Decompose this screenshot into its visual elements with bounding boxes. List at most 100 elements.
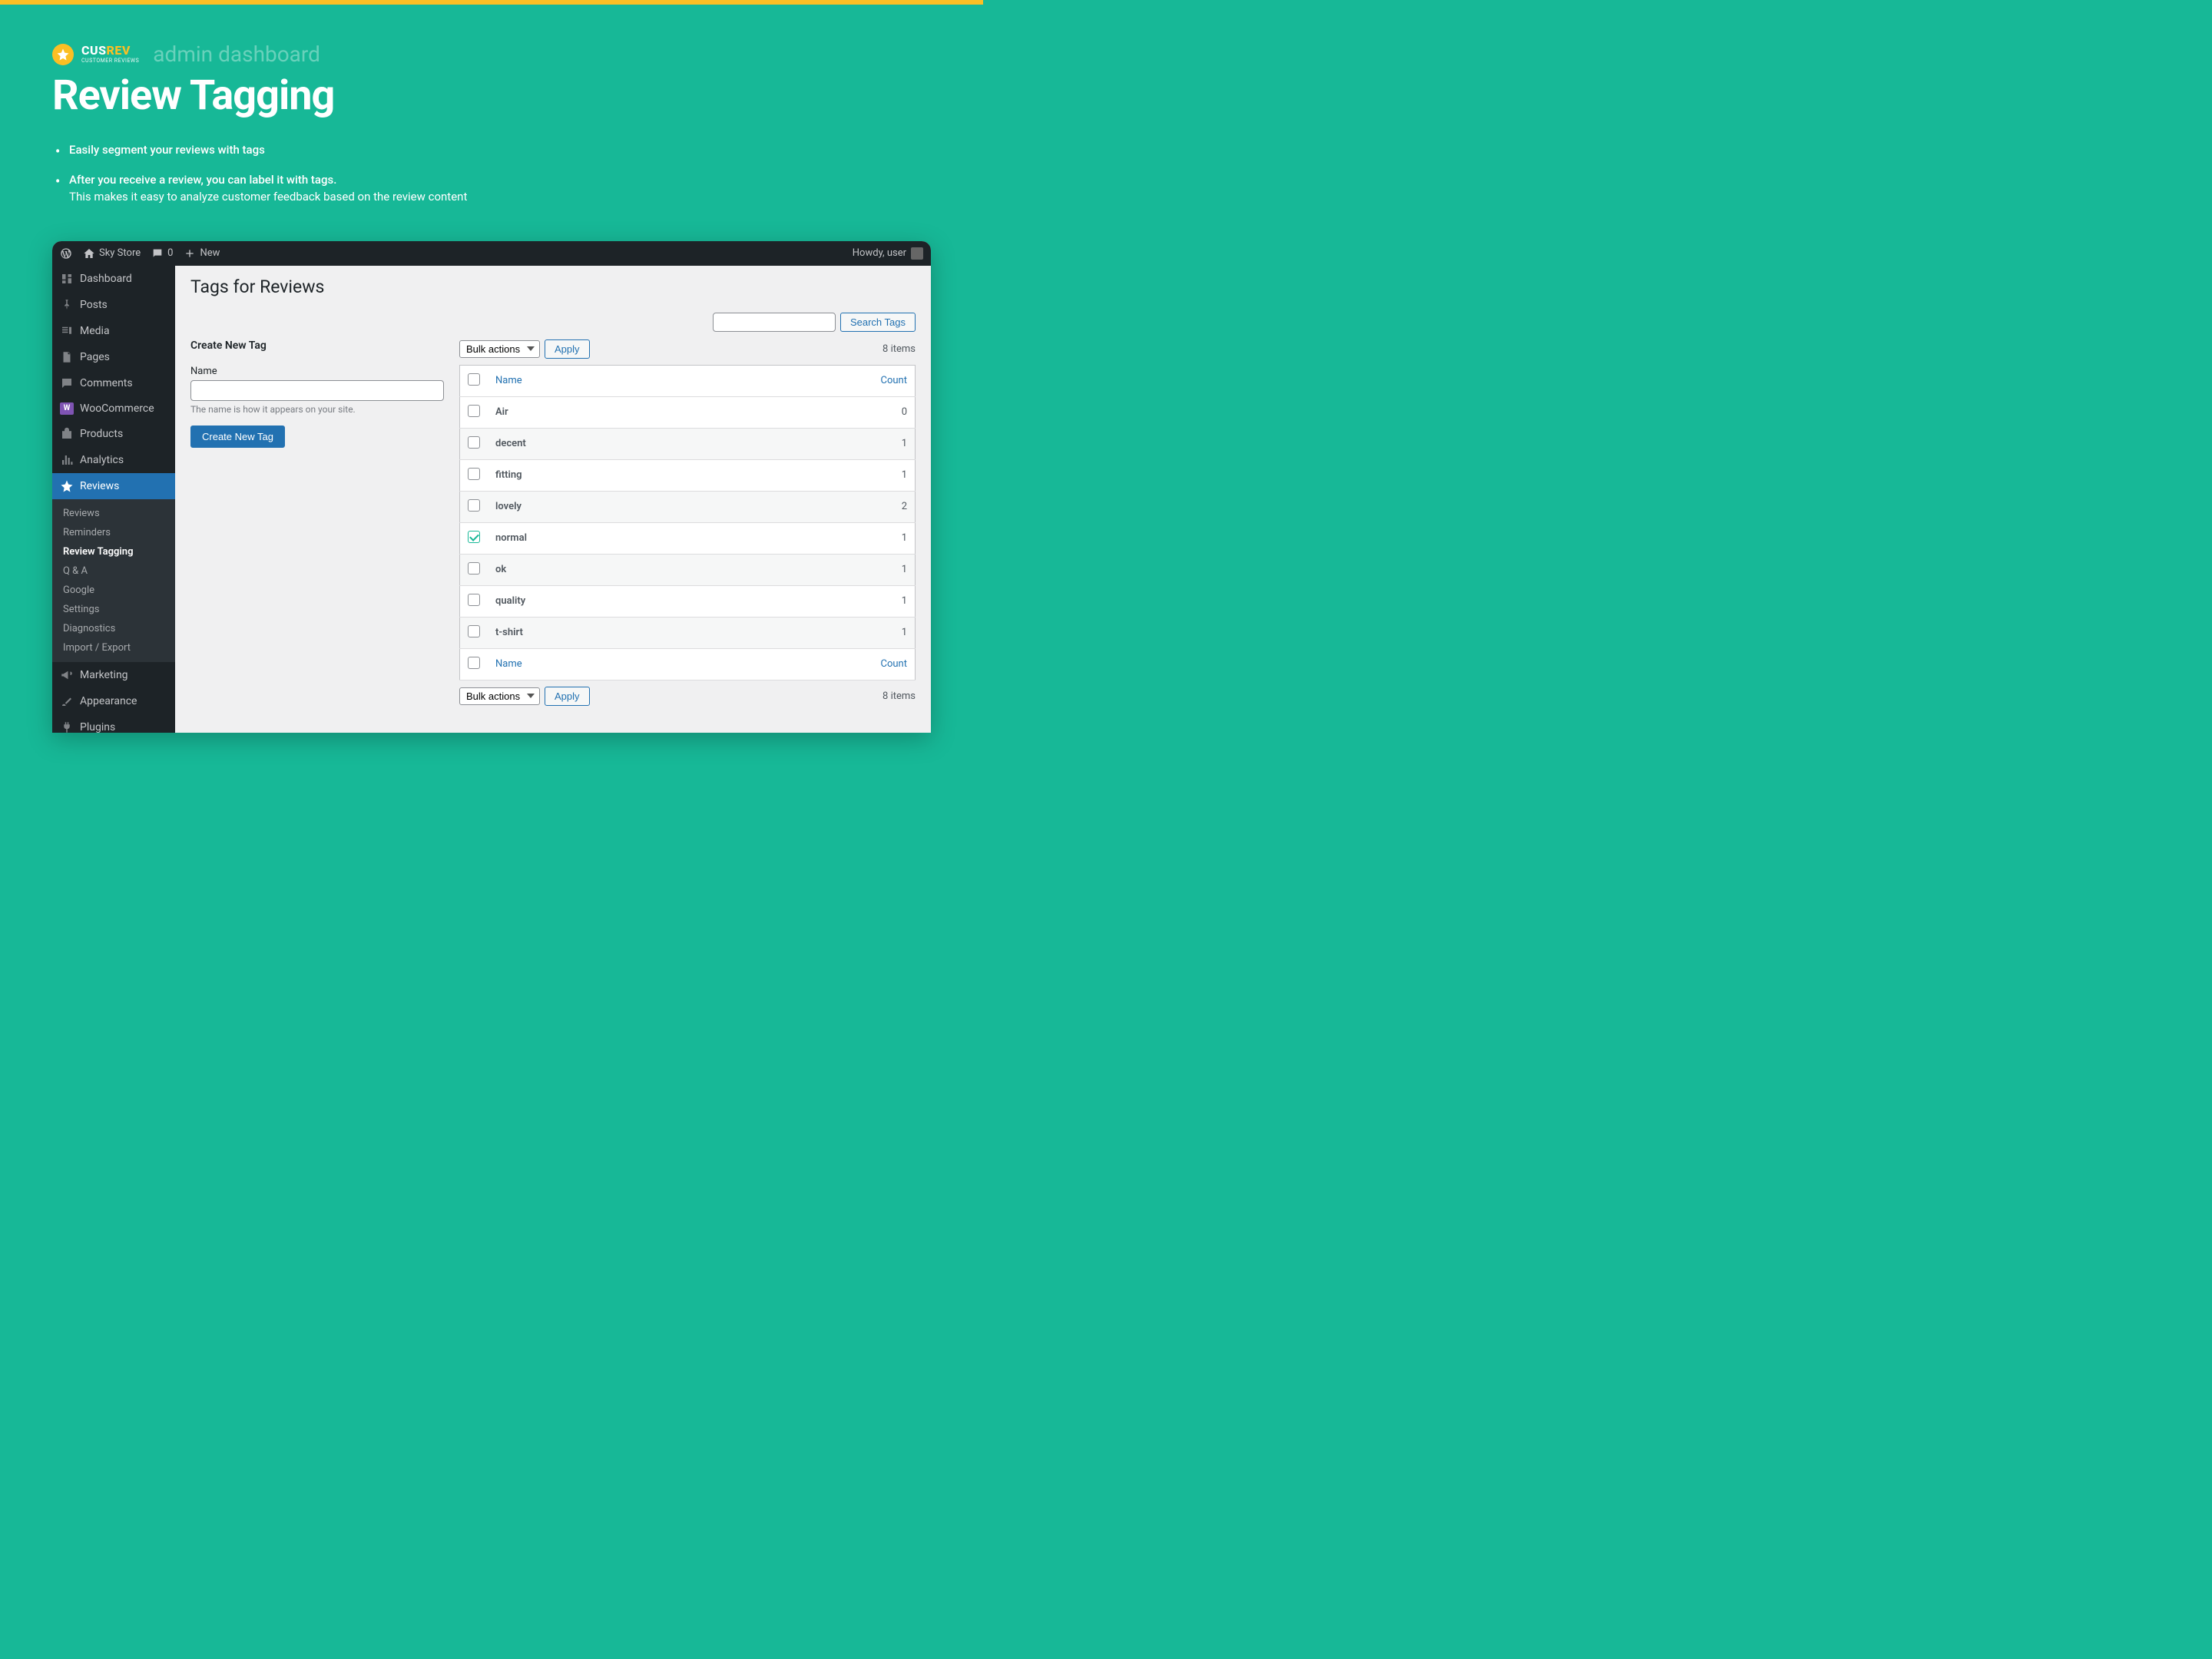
submenu-item-import-export[interactable]: Import / Export xyxy=(52,638,175,657)
row-name[interactable]: decent xyxy=(488,428,862,459)
sidebar-item-label: Marketing xyxy=(80,669,128,681)
hero-title: Review Tagging xyxy=(52,71,931,120)
create-tag-form: Create New Tag Name The name is how it a… xyxy=(190,339,444,712)
wp-content-area: Tags for Reviews Search Tags Create New … xyxy=(175,266,931,733)
row-name[interactable]: quality xyxy=(488,585,862,617)
bulk-actions-select-top[interactable]: Bulk actions xyxy=(459,340,540,358)
apply-button-top[interactable]: Apply xyxy=(545,339,590,359)
sidebar-item-label: Comments xyxy=(80,377,133,389)
sidebar-item-marketing[interactable]: Marketing xyxy=(52,662,175,688)
sidebar-item-plugins[interactable]: Plugins xyxy=(52,714,175,733)
name-label: Name xyxy=(190,366,444,377)
sidebar-item-label: Analytics xyxy=(80,454,124,466)
brush-icon xyxy=(60,694,74,708)
logo-row: CUSREV CUSTOMER REVIEWS admin dashboard xyxy=(52,41,931,67)
megaphone-icon xyxy=(60,668,74,682)
table-row: decent1 xyxy=(460,428,916,459)
table-row: ok1 xyxy=(460,554,916,585)
brand-rev: REV xyxy=(107,43,131,58)
apply-button-bottom[interactable]: Apply xyxy=(545,687,590,706)
submenu-item-q-a[interactable]: Q & A xyxy=(52,561,175,581)
column-count-footer[interactable]: Count xyxy=(881,658,907,670)
admin-window: Sky Store 0 New Howdy, user Dashboard Pos… xyxy=(52,241,931,733)
row-checkbox[interactable] xyxy=(468,562,480,575)
sidebar-item-comments[interactable]: Comments xyxy=(52,370,175,396)
sidebar-item-label: Dashboard xyxy=(80,273,132,285)
submenu-item-review-tagging[interactable]: Review Tagging xyxy=(52,542,175,561)
row-checkbox[interactable] xyxy=(468,594,480,606)
row-checkbox[interactable] xyxy=(468,405,480,417)
column-name-footer[interactable]: Name xyxy=(495,658,522,670)
hero-bullet: Easily segment your reviews with tags xyxy=(69,141,931,159)
column-count-header[interactable]: Count xyxy=(881,375,907,386)
row-name[interactable]: fitting xyxy=(488,459,862,491)
row-count: 1 xyxy=(862,617,916,648)
row-count: 1 xyxy=(862,428,916,459)
submenu-item-settings[interactable]: Settings xyxy=(52,600,175,619)
wp-admin-toolbar: Sky Store 0 New Howdy, user xyxy=(52,241,931,266)
comment-icon xyxy=(151,247,164,260)
dashboard-icon xyxy=(60,272,74,286)
items-count-top: 8 items xyxy=(882,343,916,355)
row-name[interactable]: lovely xyxy=(488,491,862,522)
home-icon xyxy=(83,247,95,260)
media-icon xyxy=(60,324,74,338)
create-tag-button[interactable]: Create New Tag xyxy=(190,426,285,448)
select-all-checkbox-top[interactable] xyxy=(468,373,480,386)
sidebar-item-label: Appearance xyxy=(80,695,137,707)
dashboard-label: admin dashboard xyxy=(153,41,320,67)
analytics-icon xyxy=(60,453,74,467)
table-row: quality1 xyxy=(460,585,916,617)
toolbar-account[interactable]: Howdy, user xyxy=(853,247,923,260)
sidebar-item-label: Media xyxy=(80,325,110,337)
row-checkbox[interactable] xyxy=(468,468,480,480)
hero-bullet: After you receive a review, you can labe… xyxy=(69,171,931,206)
products-icon xyxy=(60,427,74,441)
row-name[interactable]: Air xyxy=(488,396,862,428)
row-count: 1 xyxy=(862,522,916,554)
sidebar-item-woocommerce[interactable]: WWooCommerce xyxy=(52,396,175,421)
sidebar-item-analytics[interactable]: Analytics xyxy=(52,447,175,473)
toolbar-comments-link[interactable]: 0 xyxy=(151,247,173,260)
sidebar-item-products[interactable]: Products xyxy=(52,421,175,447)
name-hint: The name is how it appears on your site. xyxy=(190,404,444,415)
row-checkbox[interactable] xyxy=(468,499,480,512)
toolbar-site-link[interactable]: Sky Store xyxy=(83,247,141,260)
submenu-item-reviews[interactable]: Reviews xyxy=(52,504,175,523)
row-checkbox[interactable] xyxy=(468,531,480,543)
search-tags-button[interactable]: Search Tags xyxy=(840,313,916,332)
submenu-item-reminders[interactable]: Reminders xyxy=(52,523,175,542)
column-name-header[interactable]: Name xyxy=(495,375,522,386)
row-name[interactable]: t-shirt xyxy=(488,617,862,648)
bulk-actions-select-bottom[interactable]: Bulk actions xyxy=(459,687,540,705)
sidebar-item-label: Plugins xyxy=(80,721,115,733)
sidebar-item-dashboard[interactable]: Dashboard xyxy=(52,266,175,292)
logo-circle-icon xyxy=(52,44,74,65)
items-count-bottom: 8 items xyxy=(882,690,916,702)
submenu-item-google[interactable]: Google xyxy=(52,581,175,600)
toolbar-new-link[interactable]: New xyxy=(184,247,220,260)
wp-logo-icon[interactable] xyxy=(60,247,72,260)
table-row: Air0 xyxy=(460,396,916,428)
sidebar-item-label: Reviews xyxy=(80,480,119,492)
sidebar-item-label: Products xyxy=(80,428,123,440)
row-name[interactable]: normal xyxy=(488,522,862,554)
wp-admin-sidebar: Dashboard Posts Media Pages Comments WWooComm… xyxy=(52,266,175,733)
row-count: 1 xyxy=(862,459,916,491)
select-all-checkbox-bottom[interactable] xyxy=(468,657,480,669)
row-name[interactable]: ok xyxy=(488,554,862,585)
tag-name-input[interactable] xyxy=(190,380,444,401)
sidebar-item-posts[interactable]: Posts xyxy=(52,292,175,318)
row-checkbox[interactable] xyxy=(468,625,480,637)
sidebar-item-reviews[interactable]: Reviews xyxy=(52,473,175,499)
sidebar-item-media[interactable]: Media xyxy=(52,318,175,344)
pages-icon xyxy=(60,350,74,364)
hero-section: CUSREV CUSTOMER REVIEWS admin dashboard … xyxy=(0,5,983,241)
plugin-icon xyxy=(60,720,74,733)
sidebar-item-appearance[interactable]: Appearance xyxy=(52,688,175,714)
row-checkbox[interactable] xyxy=(468,436,480,449)
sidebar-item-pages[interactable]: Pages xyxy=(52,344,175,370)
submenu-item-diagnostics[interactable]: Diagnostics xyxy=(52,619,175,638)
search-tags-input[interactable] xyxy=(713,313,836,332)
woo-icon: W xyxy=(60,402,74,415)
